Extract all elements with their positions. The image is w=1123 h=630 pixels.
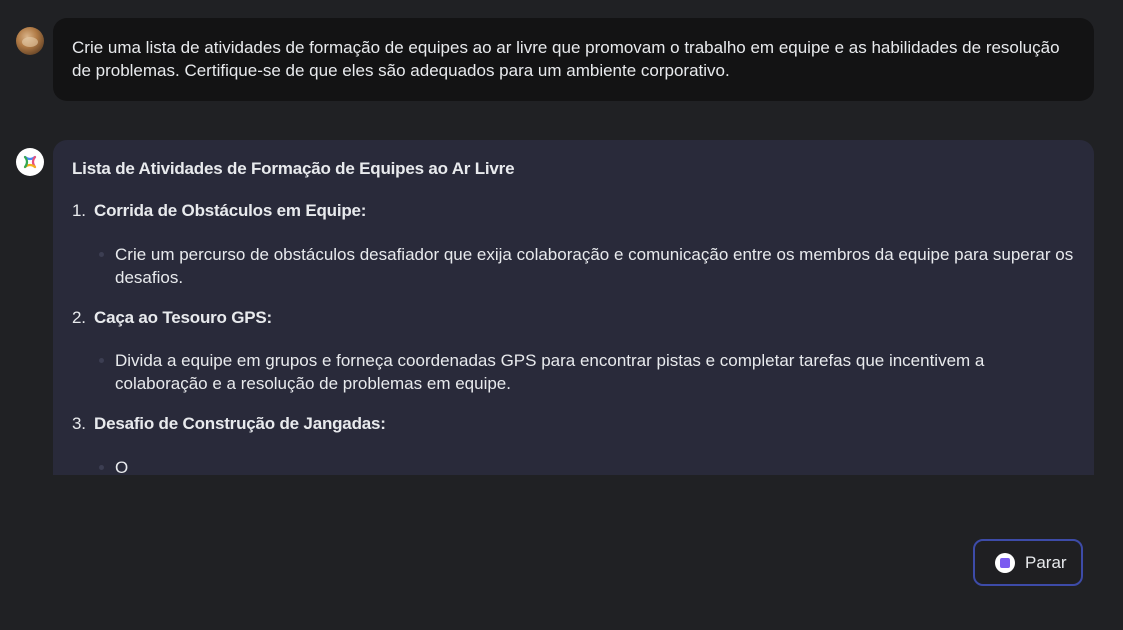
bullet-icon	[99, 465, 104, 470]
user-message: Crie uma lista de atividades de formação…	[53, 18, 1094, 101]
list-item: 2. Caça ao Tesouro GPS:	[72, 308, 272, 328]
list-item-heading: Corrida de Obstáculos em Equipe:	[94, 201, 367, 220]
list-item-detail: Crie um percurso de obstáculos desafiado…	[99, 243, 1075, 289]
stop-icon	[995, 552, 1015, 573]
list-item-detail-text: Divida a equipe em grupos e forneça coor…	[115, 351, 985, 393]
assistant-message: Lista de Atividades de Formação de Equip…	[53, 140, 1094, 475]
list-item-number: 2.	[72, 308, 86, 327]
list-item-heading: Desafio de Construção de Jangadas:	[94, 414, 386, 433]
user-message-text: Crie uma lista de atividades de formação…	[72, 38, 1060, 80]
list-item: 3. Desafio de Construção de Jangadas:	[72, 414, 386, 434]
assistant-logo-icon	[16, 148, 44, 176]
response-title: Lista de Atividades de Formação de Equip…	[72, 159, 515, 178]
chat-page: Crie uma lista de atividades de formação…	[0, 0, 1123, 630]
list-item-detail-text: Crie um percurso de obstáculos desafiado…	[115, 245, 1074, 287]
list-item-number: 3.	[72, 414, 86, 433]
list-item-detail-text: O	[115, 458, 129, 475]
bullet-icon	[99, 252, 104, 257]
assistant-logo-glyph	[23, 155, 37, 169]
stop-button-label: Parar	[1025, 552, 1067, 572]
list-item-detail: O	[99, 456, 1075, 475]
list-item-heading: Caça ao Tesouro GPS:	[94, 308, 273, 327]
list-item: 1. Corrida de Obstáculos em Equipe:	[72, 201, 366, 221]
user-avatar	[16, 27, 44, 55]
list-item-detail: Divida a equipe em grupos e forneça coor…	[99, 349, 1075, 395]
list-item-number: 1.	[72, 201, 86, 220]
stop-button[interactable]: Parar	[973, 539, 1083, 586]
bullet-icon	[99, 358, 104, 363]
